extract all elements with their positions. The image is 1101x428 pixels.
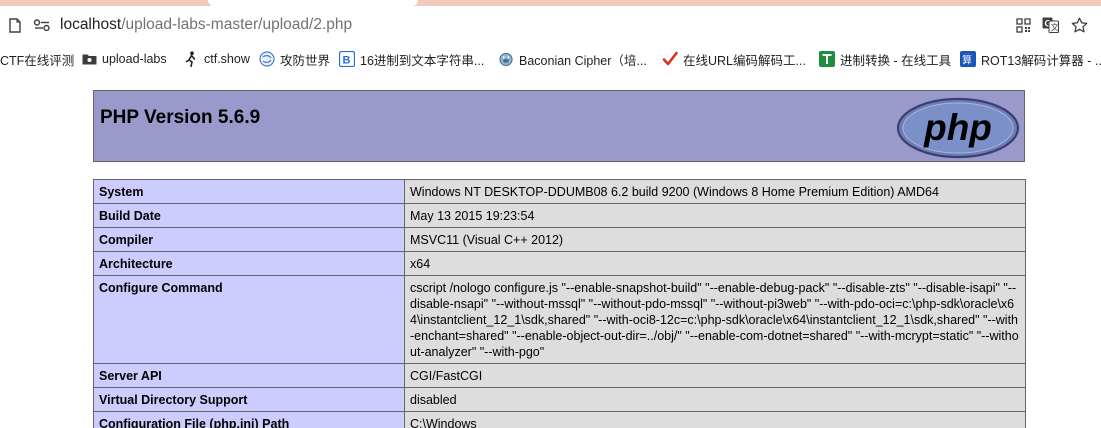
qr-code-icon[interactable] [1013, 6, 1033, 44]
table-row: Architecture x64 [93, 251, 1026, 276]
bookmark-ctf-show[interactable]: ctf.show [183, 44, 250, 74]
table-row: Configure Command cscript /nologo config… [93, 275, 1026, 364]
globe-icon [259, 51, 275, 67]
table-row: Virtual Directory Support disabled [93, 387, 1026, 412]
table-row: Build Date May 13 2015 19:23:54 [93, 203, 1026, 228]
bookmark-hex-to-text[interactable]: B 16进制到文本字符串... [339, 44, 484, 74]
bookmark-label: ROT13解码计算器 - ... [981, 53, 1101, 68]
url-field[interactable]: localhost/upload-labs-master/upload/2.ph… [60, 6, 352, 44]
bookmark-label: 16进制到文本字符串... [360, 53, 485, 68]
bookmark-upload-labs[interactable]: upload-labs [81, 44, 167, 74]
bookmarks-bar: CTF在线评测 upload-labs ctf.show 攻防世界 B 16进制… [0, 44, 1101, 74]
bookmark-label: 攻防世界 [280, 53, 331, 68]
runner-icon [183, 51, 199, 67]
table-row: Server API CGI/FastCGI [93, 363, 1026, 388]
bookmark-label: 进制转换 - 在线工具 [840, 53, 952, 68]
table-row: Compiler MSVC11 (Visual C++ 2012) [93, 227, 1026, 252]
bookmark-label: CTF在线评测 [0, 53, 75, 68]
row-value: Windows NT DESKTOP-DDUMB08 6.2 build 920… [404, 179, 1026, 204]
translate-icon[interactable]: G文 [1040, 6, 1060, 44]
row-value: CGI/FastCGI [404, 363, 1026, 388]
bookmark-star-icon[interactable] [1069, 6, 1089, 44]
bookmark-label: Baconian Cipher（培... [519, 53, 647, 68]
row-key: Configuration File (php.ini) Path [93, 411, 405, 428]
bookmark-label: 在线URL编码解码工... [683, 53, 806, 68]
svg-text:文: 文 [1050, 22, 1058, 32]
row-key: Configure Command [93, 275, 405, 364]
row-key: Server API [93, 363, 405, 388]
row-value: May 13 2015 19:23:54 [404, 203, 1026, 228]
page-icon[interactable] [6, 6, 24, 44]
pig-icon [498, 51, 514, 67]
url-host: localhost [60, 16, 122, 33]
bookmark-baconian-cipher[interactable]: Baconian Cipher（培... [498, 44, 647, 74]
bookmark-url-encode[interactable]: 在线URL编码解码工... [662, 44, 806, 74]
php-logo-text: php [923, 107, 992, 148]
row-value: x64 [404, 251, 1026, 276]
calc-icon: 算 [960, 51, 976, 67]
php-logo[interactable]: php [896, 97, 1020, 164]
row-value: disabled [404, 387, 1026, 412]
url-path: /upload-labs-master/upload/2.php [121, 16, 353, 33]
php-version-header: PHP Version 5.6.9 php [93, 90, 1025, 162]
row-value: C:\Windows [404, 411, 1026, 428]
table-row: System Windows NT DESKTOP-DDUMB08 6.2 bu… [93, 179, 1026, 204]
b-icon: B [339, 51, 355, 67]
folder-icon [81, 51, 97, 67]
bookmark-base-convert[interactable]: 进制转换 - 在线工具 [819, 44, 951, 74]
row-key: Build Date [93, 203, 405, 228]
row-key: Architecture [93, 251, 405, 276]
svg-text:B: B [343, 55, 351, 67]
bookmark-rot13[interactable]: 算 ROT13解码计算器 - ... [960, 44, 1101, 74]
row-key: System [93, 179, 405, 204]
phpinfo-table: System Windows NT DESKTOP-DDUMB08 6.2 bu… [93, 179, 1026, 428]
row-key: Compiler [93, 227, 405, 252]
row-key: Virtual Directory Support [93, 387, 405, 412]
bookmark-label: ctf.show [204, 52, 250, 66]
phpinfo-page: PHP Version 5.6.9 php System Windows NT … [0, 74, 1101, 428]
site-settings-icon[interactable] [32, 6, 52, 44]
bookmark-gongfang[interactable]: 攻防世界 [259, 44, 330, 74]
checkmark-icon [662, 51, 678, 67]
bookmark-label: upload-labs [102, 52, 167, 66]
row-value: cscript /nologo configure.js "--enable-s… [404, 275, 1026, 364]
bookmark-ctf-online[interactable]: CTF在线评测 [0, 44, 74, 74]
table-row: Configuration File (php.ini) Path C:\Win… [93, 411, 1026, 428]
svg-text:算: 算 [962, 54, 972, 67]
row-value: MSVC11 (Visual C++ 2012) [404, 227, 1026, 252]
t-icon [819, 51, 835, 67]
php-version-title: PHP Version 5.6.9 [100, 107, 261, 128]
address-bar: localhost/upload-labs-master/upload/2.ph… [0, 6, 1101, 44]
